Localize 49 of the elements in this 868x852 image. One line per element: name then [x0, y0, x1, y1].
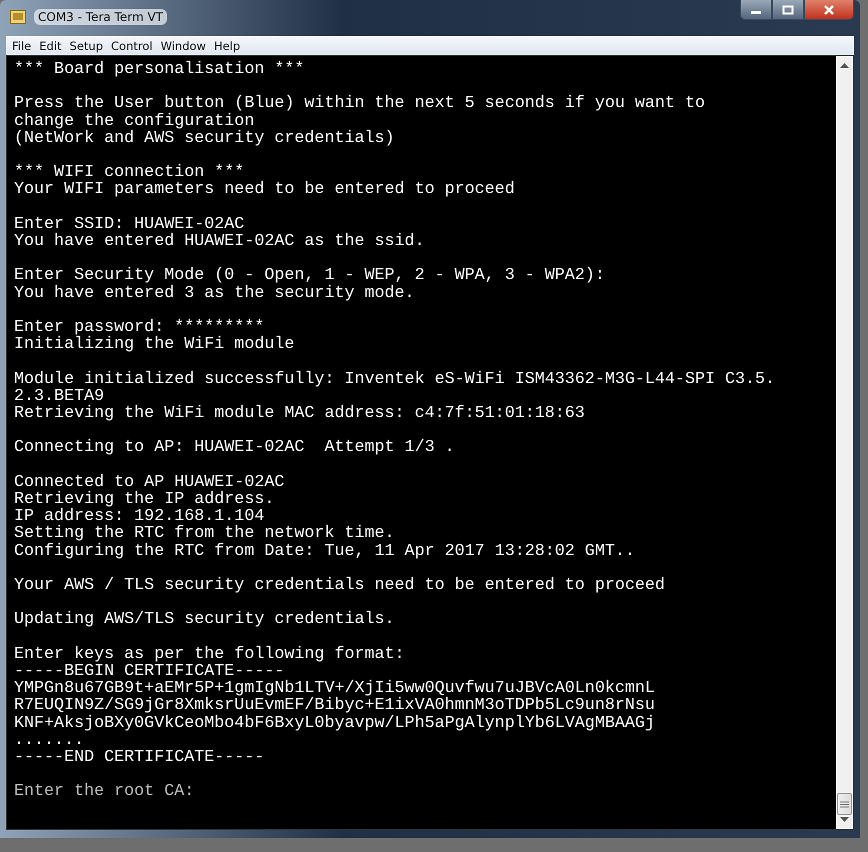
terminal-line: Enter the root CA: — [14, 783, 194, 801]
terminal-line: Retrieving the IP address. — [14, 490, 274, 508]
maximize-button[interactable] — [772, 0, 804, 20]
terminal-line: Connecting to AP: HUAWEI-02AC Attempt 1/3 . — [14, 439, 455, 457]
menu-item[interactable]: File — [8, 38, 36, 52]
close-button[interactable] — [804, 0, 854, 20]
minimize-button[interactable] — [740, 0, 772, 20]
app-icon — [10, 10, 26, 24]
terminal-line: Your AWS / TLS security credentials need to be entered to proceed — [14, 576, 665, 594]
terminal-line: Your WIFI parameters need to be entered to proceed — [14, 181, 515, 199]
menu-item[interactable]: Window — [156, 38, 210, 52]
terminal-line: Retrieving the WiFi module MAC address: c4:7f:51:01:18:63 — [14, 404, 585, 422]
terminal-line: -----BEGIN CERTIFICATE----- — [14, 662, 284, 680]
terminal-line: ....... — [14, 732, 84, 749]
scroll-up-icon[interactable] — [840, 62, 849, 68]
terminal-line: -----END CERTIFICATE----- — [14, 748, 264, 766]
menu-item[interactable]: Help — [210, 38, 244, 52]
terminal-line: IP address: 192.168.1.104 — [14, 508, 264, 526]
terminal-line: Enter SSID: HUAWEI-02AC — [14, 216, 244, 233]
scrollbar[interactable] — [836, 56, 853, 829]
terminal-line: Setting the RTC from the network time. — [14, 525, 395, 543]
terminal-line: Connected to AP HUAWEI-02AC — [14, 474, 284, 491]
terminal-line: *** Board personalisation *** — [14, 61, 304, 78]
menu-item[interactable]: Edit — [35, 38, 66, 52]
scroll-thumb[interactable] — [837, 793, 852, 815]
minimize-icon — [751, 11, 761, 14]
terminal-line: KNF+AksjoBXy0GVkCeoMbo4bF6BxyL0byavpw/LPh5aPgAlynplYb6LVAgMBAAGj — [14, 714, 655, 732]
maximize-icon — [782, 4, 794, 14]
terminal-line: Enter keys as per the following format: — [14, 646, 405, 663]
terminal-line: *** WIFI connection *** — [14, 164, 244, 182]
terminal-line: (NetWork and AWS security credentials) — [14, 130, 395, 147]
terminal-line: Module initialized successfully: Inventek eS-WiFi ISM43362-M3G-L44-SPI C3.5. — [14, 370, 776, 388]
terminal-line: Press the User button (Blue) within the next 5 seconds if you want to — [14, 95, 705, 113]
terminal-line: You have entered 3 as the security mode. — [14, 284, 415, 302]
terminal-line: Enter Security Mode (0 - Open, 1 - WEP, 2 - WPA, 3 - WPA2): — [14, 267, 605, 285]
terminal-line: Enter password: ********* — [14, 318, 264, 336]
terminal-line: YMPGn8u67GB9t+aEMr5P+1gmIgNb1LTV+/XjIi5ww0Quvfwu7uJBVcA0Ln0kcmnL — [14, 680, 655, 698]
terminal-line: R7EUQIN9Z/SG9jGr8XmksrUuEvmEF/Bibyc+E1ixVA0hmnM3oTDPb5Lc9un8rNsu — [14, 697, 655, 715]
scroll-down-icon[interactable] — [840, 817, 849, 823]
close-icon — [823, 4, 835, 14]
terminal-line: 2.3.BETA9 — [14, 388, 104, 405]
window-title: COM3 - Tera Term VT — [34, 9, 167, 25]
terminal-line: Updating AWS/TLS security credentials. — [14, 611, 395, 629]
menu-item[interactable]: Control — [107, 38, 157, 52]
terminal-line: You have entered HUAWEI-02AC as the ssid. — [14, 232, 425, 250]
menu-item[interactable]: Setup — [66, 38, 108, 52]
terminal-line: change the configuration — [14, 112, 254, 130]
terminal-line: Configuring the RTC from Date: Tue, 11 Apr 2017 13:28:02 GMT.. — [14, 542, 635, 560]
terminal-line: Initializing the WiFi module — [14, 336, 294, 354]
